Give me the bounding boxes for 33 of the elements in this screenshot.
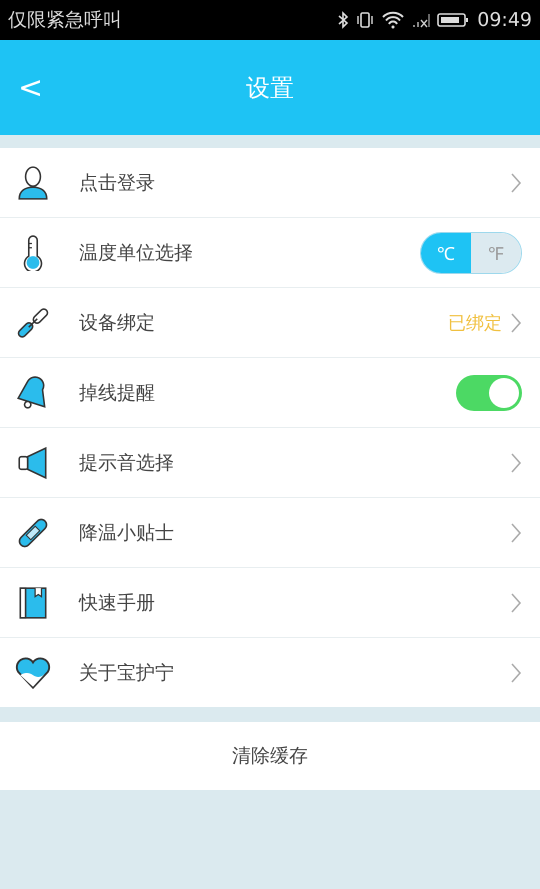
toggle-switch[interactable] (456, 374, 522, 410)
chevron-right-icon (510, 660, 522, 684)
setting-label: 快速手册 (79, 590, 156, 616)
settings-row[interactable]: 关于宝护宁 (0, 638, 540, 707)
bluetooth-icon (337, 11, 350, 29)
settings-row[interactable]: 降温小贴士 (0, 498, 540, 568)
signal-icon (411, 11, 432, 29)
settings-row[interactable]: 快速手册 (0, 568, 540, 638)
setting-label: 提示音选择 (79, 450, 175, 476)
chevron-right-icon (510, 590, 522, 614)
chevron-right-icon (510, 310, 522, 334)
setting-label: 降温小贴士 (79, 520, 175, 546)
chevron-right-icon (510, 170, 522, 194)
setting-label: 温度单位选择 (79, 240, 194, 266)
page-title: 设置 (246, 72, 294, 104)
clear-cache-button[interactable]: 清除缓存 (224, 739, 316, 773)
battery-icon (437, 11, 470, 29)
vibrate-icon (355, 11, 376, 29)
chevron-right-icon (510, 520, 522, 544)
status-text: 已绑定 (448, 312, 502, 334)
clock-text: 09:49 (477, 9, 532, 31)
setting-label: 设备绑定 (79, 310, 156, 336)
chevron-right-icon (510, 450, 522, 474)
heart-icon (14, 654, 52, 690)
setting-label: 掉线提醒 (79, 380, 156, 406)
settings-row[interactable]: 设备绑定 已绑定 (0, 288, 540, 358)
carrier-text: 仅限紧急呼叫 (8, 8, 122, 33)
settings-row[interactable]: 点击登录 (0, 148, 540, 218)
wifi-icon (381, 11, 406, 29)
setting-label: 点击登录 (79, 170, 156, 196)
settings-row[interactable]: 掉线提醒 (0, 358, 540, 428)
setting-label: 关于宝护宁 (79, 660, 175, 686)
settings-row[interactable]: 提示音选择 (0, 428, 540, 498)
